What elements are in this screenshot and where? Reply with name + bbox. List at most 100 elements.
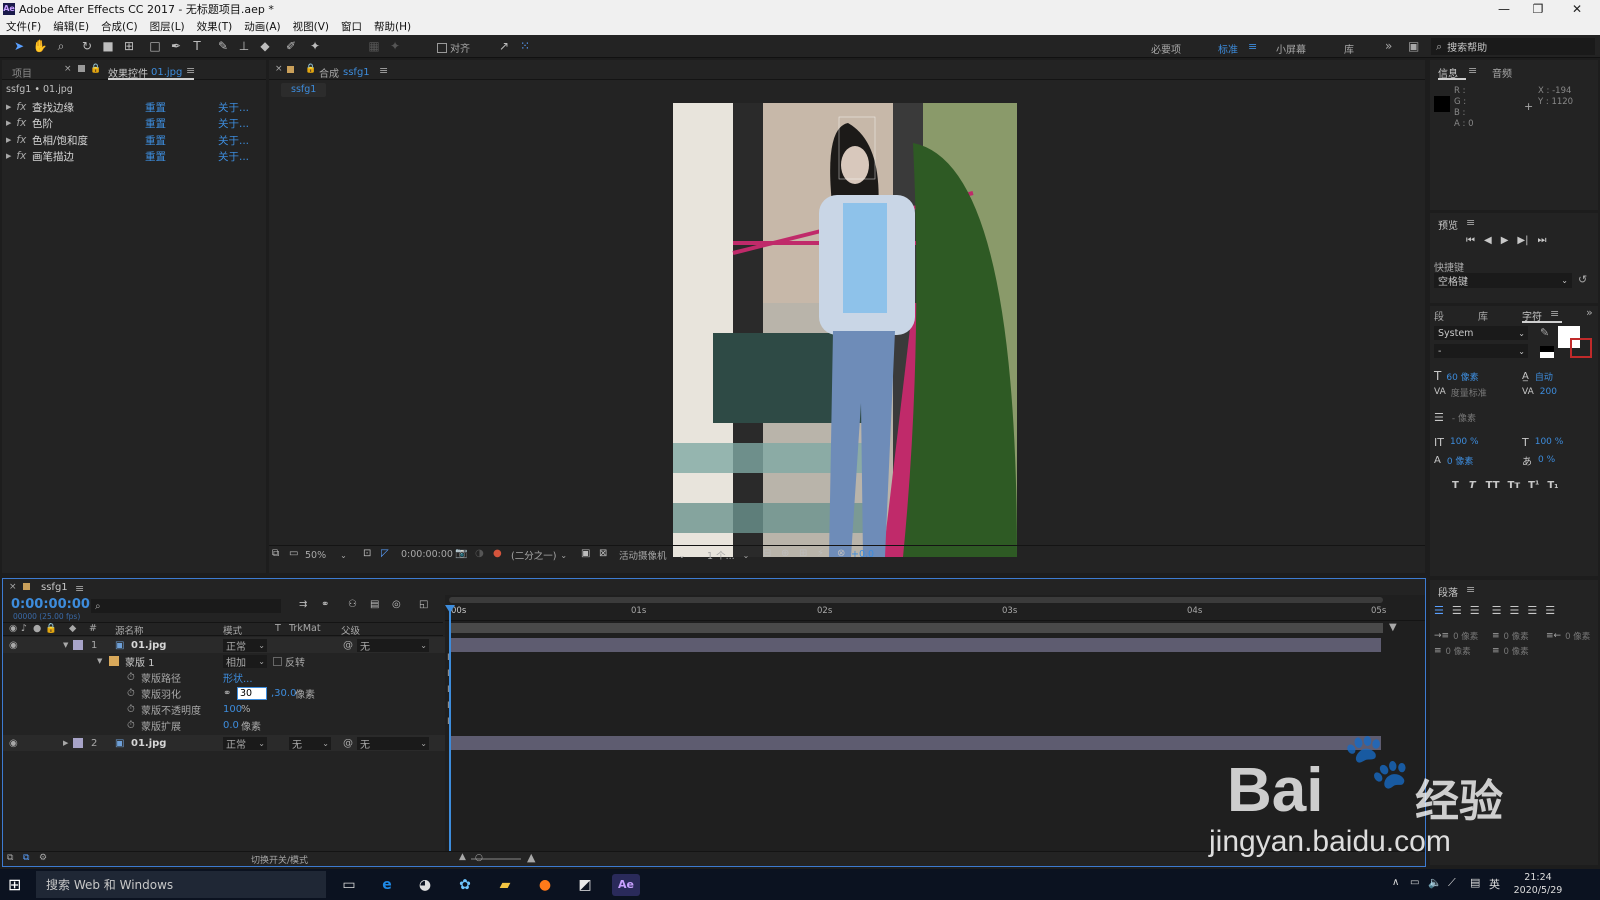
graph-editor-icon[interactable]: ◱	[419, 599, 428, 610]
layer-label-color[interactable]	[73, 738, 83, 748]
layer-row[interactable]: ◉ ▶ 2 ▣ 01.jpg 正常 ⌄ 无 ⌄ @ 无 ⌄	[3, 735, 453, 751]
panel-menu-icon[interactable]: ≡	[1466, 216, 1475, 229]
effect-reset-link[interactable]: 重置	[145, 116, 166, 131]
current-time-readout[interactable]: 0:00:00:00	[401, 549, 453, 560]
app-icon[interactable]: ◕	[414, 874, 436, 896]
collapse-triangle-icon[interactable]: ▼	[97, 657, 102, 665]
puppet-pin-tool-icon[interactable]: ✦	[306, 38, 324, 55]
network-icon[interactable]: ⟋	[1448, 876, 1456, 890]
comp-mini-flowchart-icon[interactable]: ⇉	[299, 599, 307, 610]
menu-file[interactable]: 文件(F)	[6, 19, 41, 34]
tab-composition[interactable]: 合成 ssfg1	[319, 65, 370, 80]
mask-expansion-value[interactable]: 0.0	[223, 720, 239, 731]
zoom-tool-icon[interactable]: ⌕	[52, 38, 70, 55]
previous-frame-icon[interactable]: ◀	[1484, 235, 1492, 246]
header-source-name[interactable]: 源名称	[115, 623, 144, 637]
roto-brush-tool-icon[interactable]: ✐	[282, 38, 300, 55]
fast-previews-icon[interactable]: ⊕	[781, 548, 789, 559]
transparency-grid-icon[interactable]: ▣	[581, 548, 590, 559]
resolution-select[interactable]: (二分之一) ⌄	[511, 547, 567, 563]
lock-icon[interactable]: 🔒	[90, 64, 101, 74]
hand-tool-icon[interactable]: ✋	[31, 38, 49, 55]
solo-switch-icon[interactable]: ●	[33, 623, 41, 634]
draft-3d-icon[interactable]: ⚭	[321, 599, 329, 610]
firefox-icon[interactable]: ●	[534, 874, 556, 896]
constrain-proportions-icon[interactable]: ⚭	[223, 688, 231, 699]
effect-about-link[interactable]: 关于...	[218, 116, 249, 131]
layer-row[interactable]: ◉ ▼ 1 ▣ 01.jpg 正常 ⌄ @ 无 ⌄	[3, 637, 453, 653]
current-time-indicator[interactable]	[449, 605, 451, 851]
ime-indicator[interactable]: 英	[1489, 876, 1500, 892]
zoom-in-icon[interactable]: ▲	[527, 851, 535, 864]
type-tool-icon[interactable]: T	[188, 38, 206, 55]
fx-icon[interactable]: fx	[16, 117, 26, 129]
kerning-field[interactable]: VA 度量标准	[1434, 384, 1514, 400]
layer-label-color[interactable]	[73, 640, 83, 650]
mask-row[interactable]: ▼ 蒙版 1 相加 ⌄ 反转	[3, 653, 453, 669]
space-before-field[interactable]: ≡ 0 像素	[1434, 643, 1494, 659]
fx-icon[interactable]: fx	[16, 150, 26, 162]
align-checkbox[interactable]	[437, 42, 447, 53]
visibility-eye-icon[interactable]: ◉	[9, 640, 18, 651]
layer-name[interactable]: 01.jpg	[131, 738, 166, 749]
rotate-tool-icon[interactable]: ↻	[78, 38, 96, 55]
layer-name[interactable]: 01.jpg	[131, 640, 166, 651]
faux-italic-button[interactable]: T	[1469, 480, 1476, 491]
work-area-bar[interactable]	[449, 597, 1383, 603]
effect-about-link[interactable]: 关于...	[218, 149, 249, 164]
workspace-libraries[interactable]: 库	[1344, 41, 1354, 56]
next-frame-icon[interactable]: ▶|	[1517, 235, 1528, 246]
stopwatch-icon[interactable]: ⏱	[127, 688, 135, 699]
transfer-controls-icon[interactable]: ⧉	[23, 853, 29, 863]
pan-behind-tool-icon[interactable]: ⊞	[120, 38, 138, 55]
app-icon[interactable]: ✿	[454, 874, 476, 896]
leading-field[interactable]: A̲ 自动	[1522, 368, 1596, 384]
mask-name[interactable]: 蒙版 1	[125, 654, 155, 669]
mask-opacity-value[interactable]: 100	[223, 704, 242, 715]
windows-start-icon[interactable]: ⊞	[8, 875, 21, 894]
last-frame-icon[interactable]: ⏭	[1537, 235, 1546, 246]
snap-settings-icon[interactable]: ⁙	[516, 38, 534, 55]
timeline-tab[interactable]: ssfg1	[41, 582, 68, 593]
workspace-small-screen[interactable]: 小屏幕	[1276, 41, 1306, 56]
layer-mode-select[interactable]: 正常 ⌄	[223, 736, 267, 751]
align-toggle[interactable]: 对齐	[437, 40, 470, 55]
zoom-slider-handle-icon[interactable]: ○	[475, 853, 483, 863]
mask-mode-select[interactable]: 相加 ⌄	[223, 654, 267, 669]
more-workspaces-icon[interactable]: »	[1385, 39, 1392, 53]
panel-menu-icon[interactable]: ≡	[1468, 64, 1477, 77]
effect-row[interactable]: ▶ fx 画笔描边 重置 关于...	[2, 148, 266, 164]
expand-triangle-icon[interactable]: ▶	[6, 103, 11, 111]
layer-search-input[interactable]: ⌕	[91, 599, 281, 613]
exposure-value[interactable]: +0.0	[851, 549, 874, 560]
mask-feather-y-value[interactable]: ,30.0	[271, 688, 296, 699]
flowchart-icon[interactable]: ⚡	[817, 548, 824, 559]
more-panels-icon[interactable]: »	[1586, 306, 1593, 319]
effect-row[interactable]: ▶ fx 色相/饱和度 重置 关于...	[2, 132, 266, 148]
panel-menu-icon[interactable]: ≡	[186, 64, 195, 77]
visibility-eye-icon[interactable]: ◉	[9, 738, 18, 749]
expand-triangle-icon[interactable]: ▶	[6, 152, 11, 160]
effect-row[interactable]: ▶ fx 查找边缘 重置 关于...	[2, 99, 266, 115]
menu-help[interactable]: 帮助(H)	[374, 19, 411, 34]
horizontal-scale-field[interactable]: T 100 %	[1522, 434, 1596, 450]
stroke-width-field[interactable]: ☰ - 像素	[1434, 409, 1594, 425]
shortcut-select[interactable]: 空格键 ⌄	[1434, 273, 1572, 288]
justify-left-icon[interactable]: ☰	[1492, 604, 1502, 617]
all-caps-button[interactable]: TT	[1486, 480, 1500, 491]
menu-edit[interactable]: 编辑(E)	[53, 19, 89, 34]
justify-right-icon[interactable]: ☰	[1527, 604, 1537, 617]
audio-switch-icon[interactable]: ♪	[21, 623, 27, 634]
eyedropper-icon[interactable]: ✎	[1540, 326, 1549, 339]
lock-icon[interactable]: 🔒	[305, 64, 316, 74]
menu-effect[interactable]: 效果(T)	[197, 19, 233, 34]
timeline-timecode[interactable]: 0:00:00:00	[11, 597, 90, 612]
search-help-box[interactable]: ⌕ 搜索帮助	[1431, 38, 1595, 55]
tab-libraries[interactable]: 库	[1478, 308, 1488, 323]
tsume-field[interactable]: あ 0 %	[1522, 452, 1596, 468]
effect-about-link[interactable]: 关于...	[218, 133, 249, 148]
mask-feather-x-input[interactable]: 30	[237, 686, 267, 700]
layer-duration-bar[interactable]	[451, 638, 1381, 652]
close-tab-icon[interactable]: ×	[275, 64, 283, 74]
notification-icon[interactable]: ▤	[1470, 876, 1480, 889]
